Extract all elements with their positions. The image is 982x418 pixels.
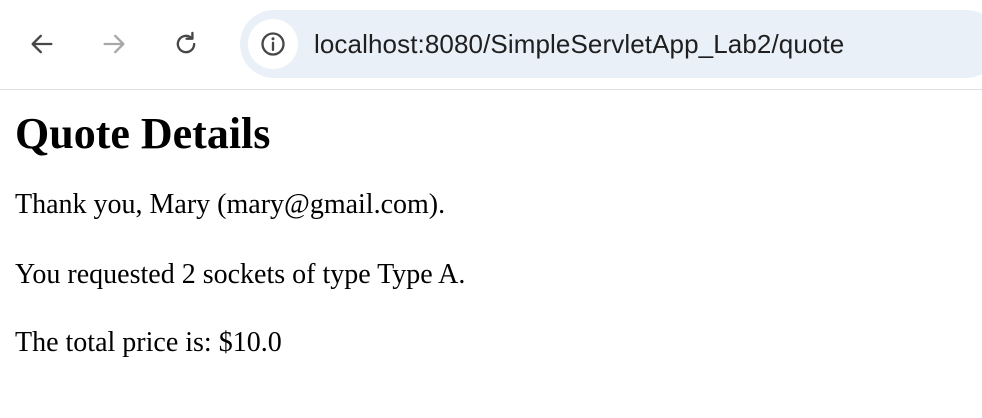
reload-icon [176,31,196,54]
request-summary: You requested 2 sockets of type Type A. [15,259,466,290]
arrow-left-icon [31,34,53,54]
arrow-right-icon [103,34,125,54]
site-info-button[interactable] [248,19,298,69]
total-price: The total price is: $10.0 [15,327,282,358]
address-bar[interactable]: localhost:8080/SimpleServletApp_Lab2/quo… [240,10,982,78]
browser-toolbar: localhost:8080/SimpleServletApp_Lab2/quo… [0,0,982,90]
url-text[interactable]: localhost:8080/SimpleServletApp_Lab2/quo… [314,29,844,60]
forward-button[interactable] [94,24,134,64]
reload-button[interactable] [166,24,206,64]
thank-you-message: Thank you, Mary (mary@gmail.com). [15,189,446,220]
page-title: Quote Details [15,109,271,158]
info-icon [261,32,285,56]
back-button[interactable] [22,24,62,64]
page-content: Quote Details Thank you, Mary (mary@gmai… [0,108,982,360]
